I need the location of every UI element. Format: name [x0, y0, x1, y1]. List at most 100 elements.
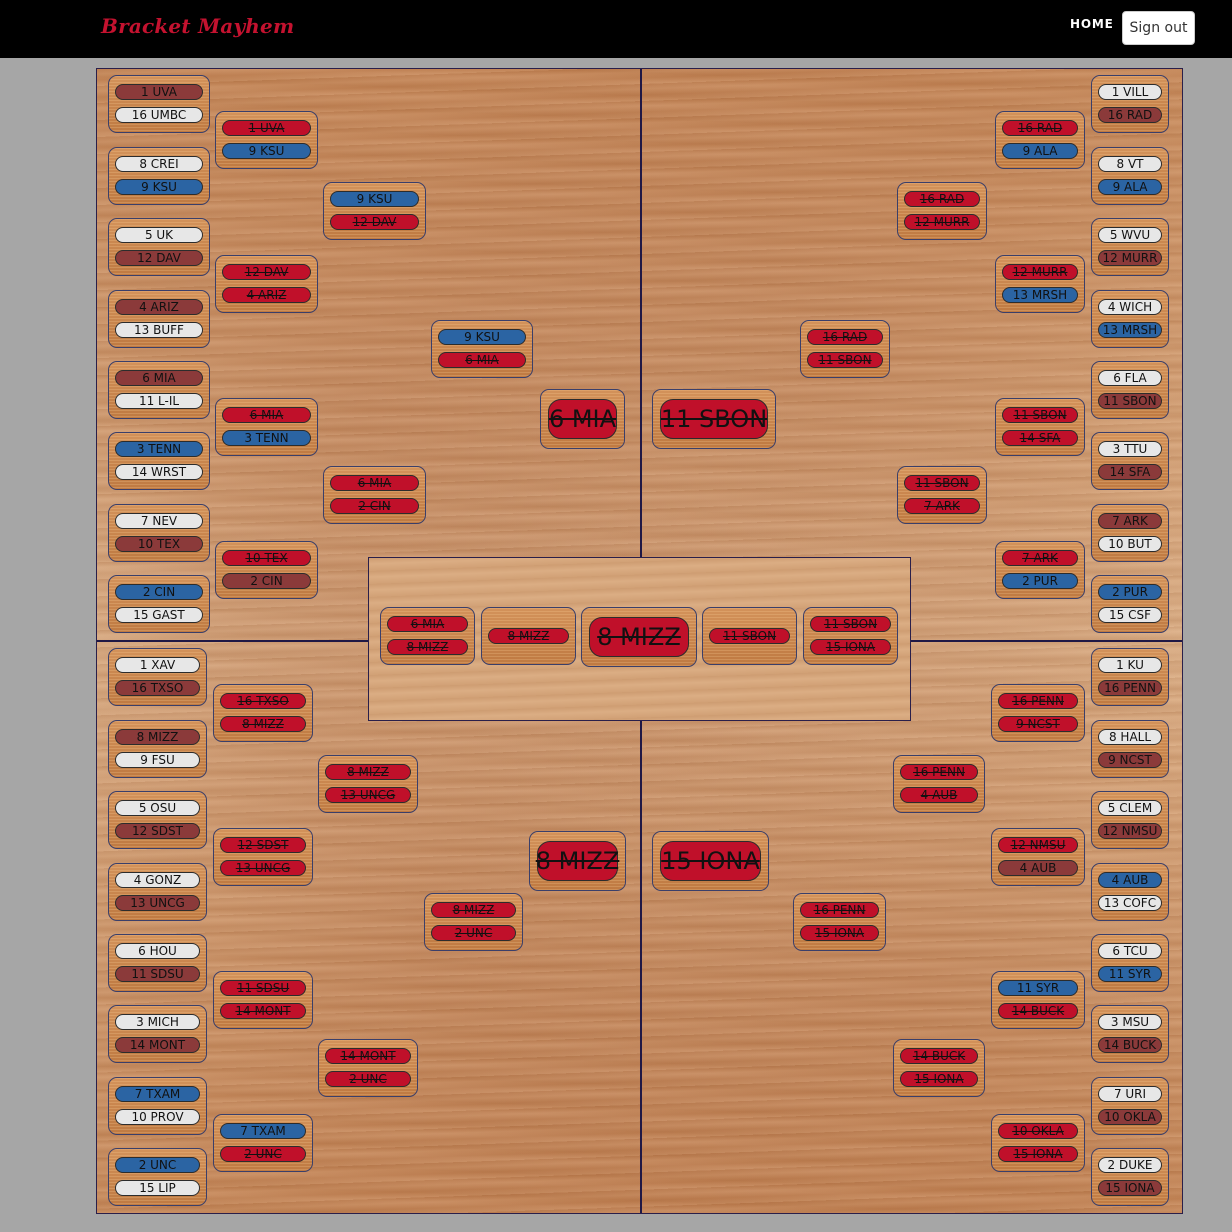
top_left-r2-game-1-team-top[interactable]: 1 UVA: [222, 120, 311, 136]
bottom_left-r1-game-1-team-bottom[interactable]: 16 TXSO: [115, 680, 200, 696]
top_left-r3-game-2-team-top[interactable]: 6 MIA: [330, 475, 419, 491]
bottom_right-r1-game-3-team-top[interactable]: 5 CLEM: [1098, 800, 1162, 816]
bottom_right-r1-game-1-team-bottom[interactable]: 16 PENN: [1098, 680, 1162, 696]
top_left-r2-game-1-team-bottom[interactable]: 9 KSU: [222, 143, 311, 159]
top_left-r3-game-1-team-bottom[interactable]: 12 DAV: [330, 214, 419, 230]
top_right-r1-game-1-team-bottom[interactable]: 16 RAD: [1098, 107, 1162, 123]
top_left-r1-game-4-team-top[interactable]: 4 ARIZ: [115, 299, 203, 315]
top_right-r1-game-7-team-top[interactable]: 7 ARK: [1098, 513, 1162, 529]
top_right-r4-game-1-team-bottom[interactable]: 11 SBON: [807, 352, 883, 368]
top_left-r1-game-2-team-bottom[interactable]: 9 KSU: [115, 179, 203, 195]
top_right-r2-game-1-team-top[interactable]: 16 RAD: [1002, 120, 1078, 136]
bottom_right-r3-game-1-team-bottom[interactable]: 4 AUB: [900, 787, 978, 803]
bottom_left-r1-game-7-team-bottom[interactable]: 10 PROV: [115, 1109, 200, 1125]
top_left-r1-game-4-team-bottom[interactable]: 13 BUFF: [115, 322, 203, 338]
bottom_right-r4-game-1-team-bottom[interactable]: 15 IONA: [800, 925, 879, 941]
bottom_left-r1-game-7-team-top[interactable]: 7 TXAM: [115, 1086, 200, 1102]
top_right-r1-game-5-team-bottom[interactable]: 11 SBON: [1098, 393, 1162, 409]
bottom_left-r4-game-1-team-bottom[interactable]: 2 UNC: [431, 925, 516, 941]
bottom_left-r1-game-8-team-top[interactable]: 2 UNC: [115, 1157, 200, 1173]
bottom_right-r1-game-4-team-top[interactable]: 4 AUB: [1098, 872, 1162, 888]
bottom_left-r3-game-2-team-top[interactable]: 14 MONT: [325, 1048, 411, 1064]
top_left-r2-game-4-team-bottom[interactable]: 2 CIN: [222, 573, 311, 589]
top_left-r1-game-8-team-bottom[interactable]: 15 GAST: [115, 607, 203, 623]
top_right-r2-game-2-team-bottom[interactable]: 13 MRSH: [1002, 287, 1078, 303]
bottom_left-region-winner-team[interactable]: 8 MIZZ: [536, 841, 619, 881]
bottom_left-r2-game-4-team-top[interactable]: 7 TXAM: [220, 1123, 306, 1139]
top_right-r1-game-7-team-bottom[interactable]: 10 BUT: [1098, 536, 1162, 552]
national-champion-team[interactable]: 8 MIZZ: [589, 617, 689, 657]
top_left-r1-game-7-team-bottom[interactable]: 10 TEX: [115, 536, 203, 552]
top_left-r1-game-5-team-bottom[interactable]: 11 L-IL: [115, 393, 203, 409]
bottom_right-r1-game-8-team-bottom[interactable]: 15 IONA: [1098, 1180, 1162, 1196]
bottom_left-r3-game-1-team-bottom[interactable]: 13 UNCG: [325, 787, 411, 803]
top_left-r1-game-8-team-top[interactable]: 2 CIN: [115, 584, 203, 600]
bottom_right-r2-game-4-team-bottom[interactable]: 15 IONA: [998, 1146, 1078, 1162]
top_right-r1-game-3-team-bottom[interactable]: 12 MURR: [1098, 250, 1162, 266]
top_right-r1-game-6-team-top[interactable]: 3 TTU: [1098, 441, 1162, 457]
bottom_left-r2-game-3-team-bottom[interactable]: 14 MONT: [220, 1003, 306, 1019]
top_left-r3-game-1-team-top[interactable]: 9 KSU: [330, 191, 419, 207]
bottom_right-r2-game-1-team-top[interactable]: 16 PENN: [998, 693, 1078, 709]
top_right-r1-game-5-team-top[interactable]: 6 FLA: [1098, 370, 1162, 386]
final-four-left-semifinal-team-bottom[interactable]: 8 MIZZ: [387, 639, 468, 655]
top_right-r1-game-3-team-top[interactable]: 5 WVU: [1098, 227, 1162, 243]
bottom_right-r1-game-5-team-bottom[interactable]: 11 SYR: [1098, 966, 1162, 982]
bottom_right-r2-game-2-team-top[interactable]: 12 NMSU: [998, 837, 1078, 853]
bottom_left-r2-game-1-team-bottom[interactable]: 8 MIZZ: [220, 716, 306, 732]
top_right-r3-game-1-team-top[interactable]: 16 RAD: [904, 191, 980, 207]
bottom_right-r1-game-6-team-top[interactable]: 3 MSU: [1098, 1014, 1162, 1030]
top_right-r2-game-1-team-bottom[interactable]: 9 ALA: [1002, 143, 1078, 159]
nav-home-link[interactable]: HOME: [1070, 17, 1114, 31]
bottom_left-r1-game-4-team-top[interactable]: 4 GONZ: [115, 872, 200, 888]
top_right-r3-game-2-team-bottom[interactable]: 7 ARK: [904, 498, 980, 514]
bottom_left-r1-game-1-team-top[interactable]: 1 XAV: [115, 657, 200, 673]
bottom_right-r1-game-7-team-top[interactable]: 7 URI: [1098, 1086, 1162, 1102]
top_left-r2-game-4-team-top[interactable]: 10 TEX: [222, 550, 311, 566]
bottom_left-r1-game-5-team-top[interactable]: 6 HOU: [115, 943, 200, 959]
bottom_left-r3-game-1-team-top[interactable]: 8 MIZZ: [325, 764, 411, 780]
sign-out-button[interactable]: Sign out: [1122, 11, 1195, 45]
bottom_right-r1-game-5-team-top[interactable]: 6 TCU: [1098, 943, 1162, 959]
top_left-r4-game-1-team-bottom[interactable]: 6 MIA: [438, 352, 526, 368]
top_left-r1-game-1-team-bottom[interactable]: 16 UMBC: [115, 107, 203, 123]
brand-logo[interactable]: Bracket Mayhem: [101, 14, 294, 38]
top_left-r4-game-1-team-top[interactable]: 9 KSU: [438, 329, 526, 345]
top_right-r2-game-4-team-top[interactable]: 7 ARK: [1002, 550, 1078, 566]
bottom_right-r2-game-3-team-top[interactable]: 11 SYR: [998, 980, 1078, 996]
final-four-right-finalist-team[interactable]: 11 SBON: [709, 628, 790, 644]
bottom_right-r2-game-4-team-top[interactable]: 10 OKLA: [998, 1123, 1078, 1139]
top_right-r1-game-1-team-top[interactable]: 1 VILL: [1098, 84, 1162, 100]
top_left-r2-game-2-team-bottom[interactable]: 4 ARIZ: [222, 287, 311, 303]
final-four-right-semifinal-team-top[interactable]: 11 SBON: [810, 616, 891, 632]
bottom_left-r1-game-3-team-top[interactable]: 5 OSU: [115, 800, 200, 816]
bottom_left-r3-game-2-team-bottom[interactable]: 2 UNC: [325, 1071, 411, 1087]
bottom_right-r1-game-6-team-bottom[interactable]: 14 BUCK: [1098, 1037, 1162, 1053]
top_left-r1-game-5-team-top[interactable]: 6 MIA: [115, 370, 203, 386]
top_right-r1-game-2-team-top[interactable]: 8 VT: [1098, 156, 1162, 172]
bottom_left-r2-game-4-team-bottom[interactable]: 2 UNC: [220, 1146, 306, 1162]
bottom_right-r1-game-7-team-bottom[interactable]: 10 OKLA: [1098, 1109, 1162, 1125]
bottom_left-r1-game-3-team-bottom[interactable]: 12 SDST: [115, 823, 200, 839]
bottom_right-r3-game-2-team-bottom[interactable]: 15 IONA: [900, 1071, 978, 1087]
bottom_left-r1-game-4-team-bottom[interactable]: 13 UNCG: [115, 895, 200, 911]
top_right-r1-game-8-team-top[interactable]: 2 PUR: [1098, 584, 1162, 600]
bottom_right-r1-game-8-team-top[interactable]: 2 DUKE: [1098, 1157, 1162, 1173]
bottom_left-r1-game-5-team-bottom[interactable]: 11 SDSU: [115, 966, 200, 982]
top_right-r2-game-3-team-bottom[interactable]: 14 SFA: [1002, 430, 1078, 446]
bottom_left-r1-game-2-team-top[interactable]: 8 MIZZ: [115, 729, 200, 745]
bottom_right-r2-game-3-team-bottom[interactable]: 14 BUCK: [998, 1003, 1078, 1019]
bottom_left-r1-game-6-team-bottom[interactable]: 14 MONT: [115, 1037, 200, 1053]
bottom_left-r1-game-6-team-top[interactable]: 3 MICH: [115, 1014, 200, 1030]
top_right-r1-game-6-team-bottom[interactable]: 14 SFA: [1098, 464, 1162, 480]
top_left-r3-game-2-team-bottom[interactable]: 2 CIN: [330, 498, 419, 514]
bottom_left-r1-game-8-team-bottom[interactable]: 15 LIP: [115, 1180, 200, 1196]
top_right-r3-game-2-team-top[interactable]: 11 SBON: [904, 475, 980, 491]
top_left-r1-game-3-team-bottom[interactable]: 12 DAV: [115, 250, 203, 266]
top_left-r2-game-2-team-top[interactable]: 12 DAV: [222, 264, 311, 280]
top_right-r2-game-4-team-bottom[interactable]: 2 PUR: [1002, 573, 1078, 589]
final-four-left-finalist-team[interactable]: 8 MIZZ: [488, 628, 569, 644]
top_right-r4-game-1-team-top[interactable]: 16 RAD: [807, 329, 883, 345]
bottom_left-r2-game-2-team-top[interactable]: 12 SDST: [220, 837, 306, 853]
bottom_right-region-winner-team[interactable]: 15 IONA: [660, 841, 761, 881]
